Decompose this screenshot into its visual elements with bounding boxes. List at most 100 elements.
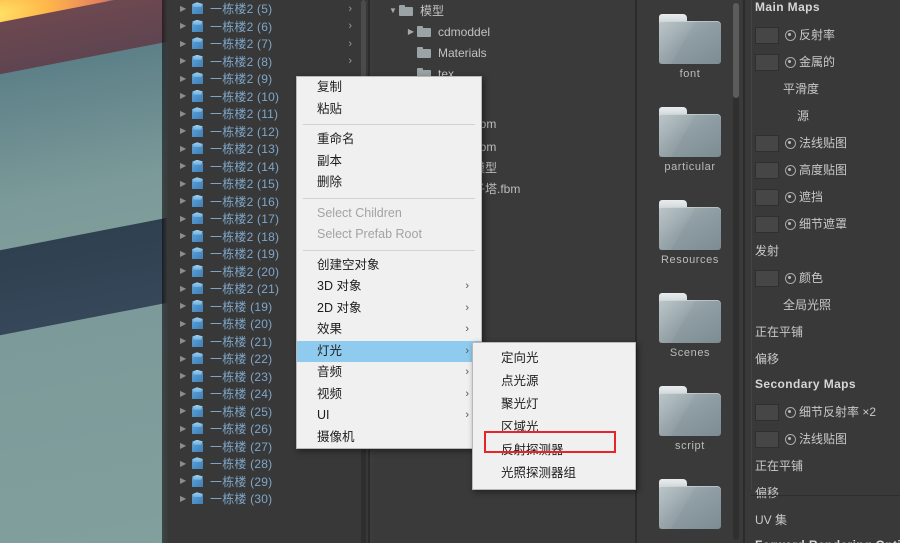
texture-slot-swatch[interactable] xyxy=(755,404,779,422)
context-menu-item[interactable]: 创建空对象 xyxy=(297,255,481,277)
hierarchy-row-chevron-icon[interactable]: › xyxy=(348,38,352,50)
inspector-property-row[interactable]: 全局光照 xyxy=(745,296,900,323)
expand-arrow-icon[interactable]: ▶ xyxy=(180,4,191,13)
inspector-property-row[interactable]: 遮挡 xyxy=(745,188,900,215)
inspector-property-row[interactable]: 偏移 xyxy=(745,484,900,511)
hierarchy-row[interactable]: ▶ 一栋楼2 (5) › xyxy=(168,0,368,18)
expand-arrow-icon[interactable]: ▶ xyxy=(180,442,191,450)
project-grid-folder[interactable]: script xyxy=(637,386,743,452)
expand-arrow-icon[interactable]: ▶ xyxy=(180,127,191,135)
expand-arrow-icon[interactable]: ▶ xyxy=(180,179,191,188)
context-menu-item[interactable]: 删除 xyxy=(297,172,481,194)
inspector-property-row[interactable]: 金属的 xyxy=(745,53,900,80)
hierarchy-row-chevron-icon[interactable]: › xyxy=(348,3,352,15)
expand-arrow-icon[interactable]: ▶ xyxy=(180,337,191,345)
light-submenu-item[interactable]: 光照探测器组 xyxy=(473,462,635,485)
inspector-property-row[interactable]: 细节反射率 ×2 xyxy=(745,403,900,430)
context-menu-item[interactable]: 粘贴 xyxy=(297,99,481,121)
hierarchy-row[interactable]: ▶ 一栋楼2 (8) › xyxy=(168,53,368,71)
inspector-property-row[interactable]: 高度贴图 xyxy=(745,161,900,188)
inspector-property-row[interactable]: UV 集 xyxy=(745,511,900,538)
inspector-property-row[interactable]: 细节遮罩 xyxy=(745,215,900,242)
light-submenu-item[interactable]: 点光源 xyxy=(473,370,635,393)
inspector-property-row[interactable]: 反射率 xyxy=(745,26,900,53)
texture-slot-swatch[interactable] xyxy=(755,270,779,288)
expand-arrow-icon[interactable]: ▶ xyxy=(180,162,191,170)
context-menu-item[interactable]: 副本 xyxy=(297,151,481,173)
inspector-property-row[interactable]: 正在平铺 xyxy=(745,457,900,484)
inspector-property-row[interactable]: 源 xyxy=(745,107,900,134)
inspector-property-row[interactable]: 法线贴图 xyxy=(745,430,900,457)
color-picker-icon[interactable] xyxy=(785,30,796,42)
inspector-property-row[interactable]: 发射 xyxy=(745,242,900,269)
light-submenu-item[interactable]: 区域光 xyxy=(473,416,635,439)
expand-arrow-icon[interactable]: ▶ xyxy=(180,302,191,310)
light-submenu-item[interactable]: 聚光灯 xyxy=(473,393,635,416)
context-menu-item[interactable]: 2D 对象 › xyxy=(297,298,481,320)
inspector-property-row[interactable]: 偏移 xyxy=(745,350,900,377)
project-grid-folder[interactable] xyxy=(637,479,743,533)
expand-arrow-icon[interactable]: ▶ xyxy=(180,249,191,258)
project-grid-scrollbar[interactable] xyxy=(733,3,739,540)
inspector-property-row[interactable]: 正在平铺 xyxy=(745,323,900,350)
expand-arrow-icon[interactable]: ▶ xyxy=(180,22,191,30)
scene-view-panel[interactable] xyxy=(0,0,168,543)
hierarchy-row[interactable]: ▶ 一栋楼 (30) xyxy=(168,490,368,508)
context-menu-item[interactable]: 灯光 › xyxy=(297,340,481,362)
project-grid-folder[interactable]: particular xyxy=(637,107,743,173)
expand-arrow-icon[interactable]: ▶ xyxy=(180,459,191,468)
expand-arrow-icon[interactable]: ▶ xyxy=(180,319,191,328)
expand-arrow-icon[interactable]: ▶ xyxy=(180,267,191,275)
hierarchy-row[interactable]: ▶ 一栋楼 (28) xyxy=(168,455,368,473)
hierarchy-context-menu[interactable]: 复制 粘贴 重命名 副本 删除 Select Children Select Prefab … xyxy=(296,76,482,449)
texture-slot-swatch[interactable] xyxy=(755,189,779,207)
hierarchy-row-chevron-icon[interactable]: › xyxy=(348,55,352,67)
expand-arrow-icon[interactable]: ▶ xyxy=(180,284,191,293)
expand-arrow-icon[interactable]: ▶ xyxy=(180,372,191,380)
project-grid-folder[interactable]: font xyxy=(637,14,743,80)
texture-slot-swatch[interactable] xyxy=(755,135,779,153)
hierarchy-row[interactable]: ▶ 一栋楼 (29) xyxy=(168,473,368,491)
texture-slot-swatch[interactable] xyxy=(755,431,779,449)
inspector-property-row[interactable]: 法线贴图 xyxy=(745,134,900,161)
hierarchy-row[interactable]: ▶ 一栋楼2 (6) › xyxy=(168,18,368,36)
context-menu-item[interactable]: 音频 › xyxy=(297,362,481,384)
color-picker-icon[interactable] xyxy=(785,273,796,285)
color-picker-icon[interactable] xyxy=(785,192,796,204)
expand-arrow-icon[interactable]: ▶ xyxy=(180,109,191,118)
inspector-panel[interactable]: Main Maps 反射率 金属的 平滑度源法线贴图 高度贴图 遮挡 细节遮罩 发射 颜色 全局光… xyxy=(745,0,900,543)
expand-arrow-icon[interactable]: ▶ xyxy=(180,144,191,153)
expand-arrow-icon[interactable]: ▶ xyxy=(180,57,191,65)
expand-arrow-icon[interactable]: ▶ xyxy=(180,92,191,100)
context-menu-item[interactable]: 视频 › xyxy=(297,384,481,406)
texture-slot-swatch[interactable] xyxy=(755,54,779,72)
texture-slot-swatch[interactable] xyxy=(755,216,779,234)
texture-slot-swatch[interactable] xyxy=(755,27,779,45)
project-tree-row[interactable]: Materials xyxy=(373,42,635,63)
expand-arrow-icon[interactable]: ▶ xyxy=(180,197,191,205)
expand-arrow-icon[interactable]: ▶ xyxy=(180,232,191,240)
project-tree-row[interactable]: ▼ 模型 xyxy=(373,0,635,21)
context-menu-item[interactable]: 重命名 xyxy=(297,129,481,151)
expand-triangle-icon[interactable]: ▶ xyxy=(405,27,417,36)
expand-arrow-icon[interactable]: ▶ xyxy=(180,74,191,83)
color-picker-icon[interactable] xyxy=(785,407,796,419)
color-picker-icon[interactable] xyxy=(785,219,796,231)
color-picker-icon[interactable] xyxy=(785,138,796,150)
hierarchy-row-chevron-icon[interactable]: › xyxy=(348,20,352,32)
light-submenu-item[interactable]: 反射探测器 xyxy=(473,439,635,462)
project-tree-row[interactable]: ▶ cdmoddel xyxy=(373,21,635,42)
project-grid-panel[interactable]: font particular Resources Scenes script xyxy=(637,0,743,543)
project-grid-folder[interactable]: Scenes xyxy=(637,293,743,359)
context-menu-item[interactable]: 效果 › xyxy=(297,319,481,341)
color-picker-icon[interactable] xyxy=(785,165,796,177)
expand-arrow-icon[interactable]: ▶ xyxy=(180,39,191,48)
context-menu-item[interactable]: 摄像机 xyxy=(297,427,481,449)
expand-arrow-icon[interactable]: ▶ xyxy=(180,477,191,485)
expand-arrow-icon[interactable]: ▶ xyxy=(180,354,191,363)
expand-arrow-icon[interactable]: ▶ xyxy=(180,214,191,223)
expand-arrow-icon[interactable]: ▶ xyxy=(180,407,191,415)
expand-arrow-icon[interactable]: ▶ xyxy=(180,424,191,433)
hierarchy-row[interactable]: ▶ 一栋楼2 (7) › xyxy=(168,35,368,53)
inspector-property-row[interactable]: 平滑度 xyxy=(745,80,900,107)
